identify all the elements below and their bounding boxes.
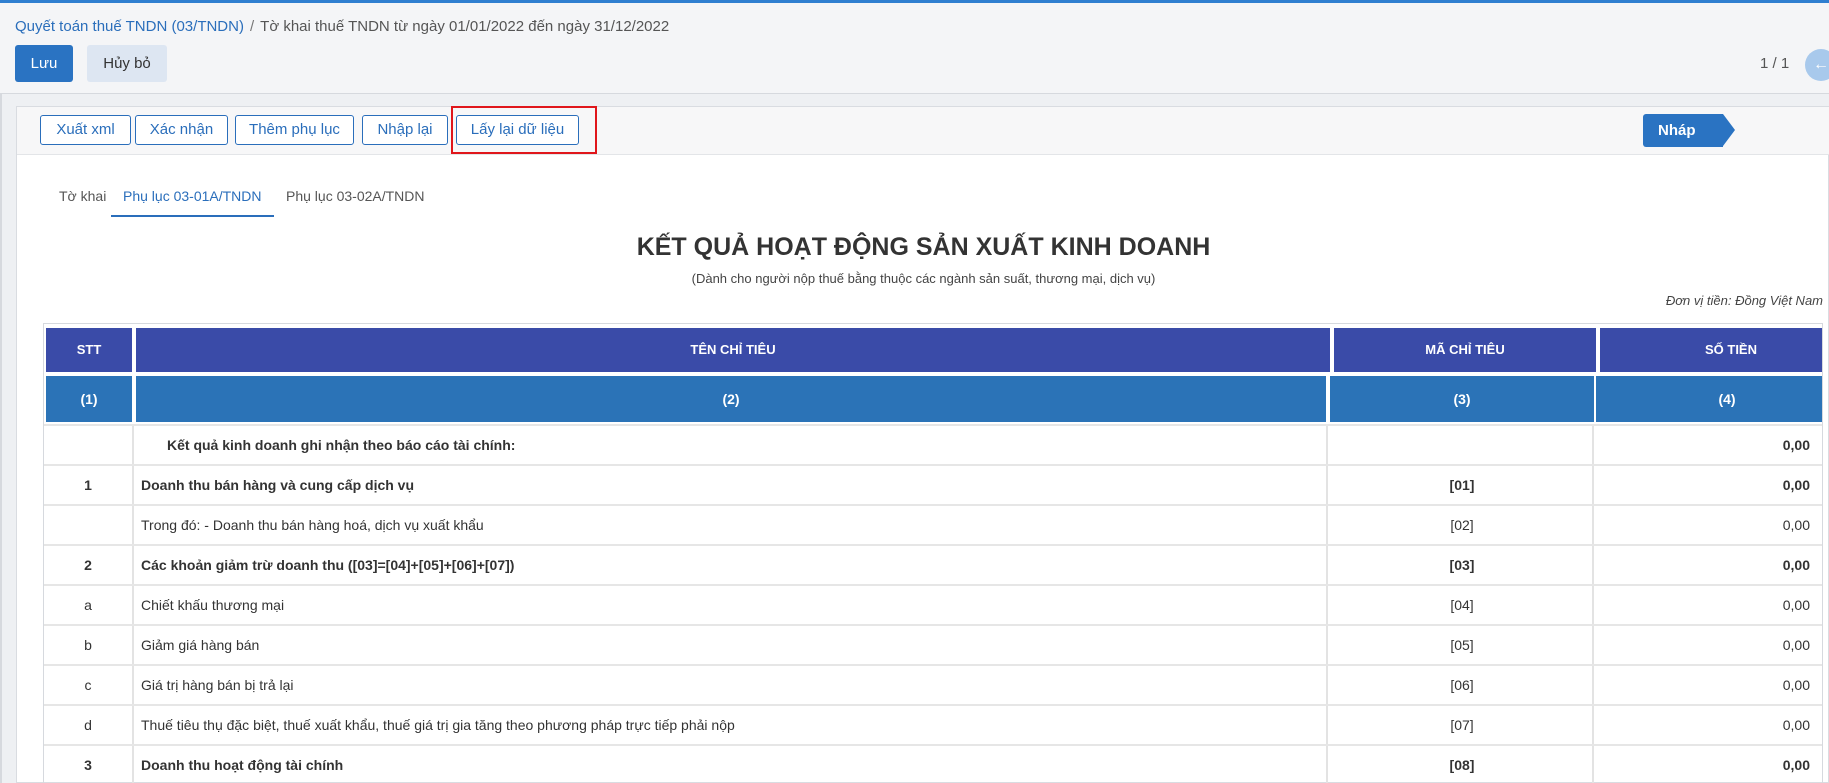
page-header: Quyết toán thuế TNDN (03/TNDN) / Tờ khai t… bbox=[0, 3, 1829, 94]
row-code: [03] bbox=[1449, 557, 1475, 573]
highlight-box bbox=[451, 106, 597, 154]
page-counter: 1 / 1 bbox=[1760, 55, 1790, 72]
export-xml-button[interactable]: Xuất xml bbox=[40, 115, 131, 145]
row-amount[interactable]: 0,00 bbox=[1596, 586, 1816, 624]
row-name: Giá trị hàng bán bị trả lại bbox=[141, 677, 294, 693]
row-stt: d bbox=[84, 717, 92, 733]
row-code bbox=[1330, 426, 1594, 464]
table-row: a Chiết khấu thương mại [04] 0,00 bbox=[44, 584, 1822, 624]
form-subtitle: (Dành cho người nộp thuế bằng thuộc các … bbox=[691, 271, 1156, 286]
row-stt: 3 bbox=[84, 757, 92, 773]
save-button[interactable]: Lưu bbox=[15, 45, 73, 82]
currency-unit: Đơn vị tiền: Đồng Việt Nam bbox=[1665, 293, 1823, 308]
row-name: Doanh thu bán hàng và cung cấp dịch vụ bbox=[141, 477, 415, 493]
row-code: [02] bbox=[1450, 517, 1474, 533]
row-stt: a bbox=[84, 597, 92, 613]
confirm-button[interactable]: Xác nhận bbox=[135, 115, 228, 145]
table-row: d Thuế tiêu thụ đặc biệt, thuế xuất khẩu… bbox=[44, 704, 1822, 744]
table-row: 1 Doanh thu bán hàng và cung cấp dịch vụ… bbox=[44, 464, 1822, 504]
tab-to-khai[interactable]: Tờ khai bbox=[47, 179, 118, 217]
row-amount[interactable]: 0,00 bbox=[1596, 626, 1816, 664]
row-amount[interactable]: 0,00 bbox=[1596, 666, 1816, 704]
subheader-1: (1) bbox=[46, 376, 132, 422]
cancel-button[interactable]: Hủy bỏ bbox=[87, 45, 167, 82]
add-appendix-button[interactable]: Thêm phụ lục bbox=[235, 115, 354, 145]
table-row: b Giảm giá hàng bán [05] 0,00 bbox=[44, 624, 1822, 664]
row-name: Kết quả kinh doanh ghi nhận theo báo cáo… bbox=[167, 437, 516, 453]
row-amount[interactable]: 0,00 bbox=[1596, 546, 1816, 584]
breadcrumb: Quyết toán thuế TNDN (03/TNDN) / Tờ khai t… bbox=[15, 18, 669, 35]
status-arrow bbox=[1723, 114, 1735, 146]
row-name: Các khoản giảm trừ doanh thu ([03]=[04]+… bbox=[141, 557, 515, 573]
header-code: MÃ CHỈ TIÊU bbox=[1334, 328, 1596, 372]
breadcrumb-separator: / bbox=[249, 18, 255, 35]
row-code: [01] bbox=[1449, 477, 1475, 493]
table-row: 2 Các khoản giảm trừ doanh thu ([03]=[04… bbox=[44, 544, 1822, 584]
row-name: Trong đó: - Doanh thu bán hàng hoá, dịch… bbox=[141, 517, 484, 533]
row-code: [06] bbox=[1450, 677, 1474, 693]
reenter-button[interactable]: Nhập lại bbox=[362, 115, 448, 145]
row-code: [07] bbox=[1450, 717, 1474, 733]
header-stt: STT bbox=[46, 328, 132, 372]
row-amount[interactable]: 0,00 bbox=[1596, 426, 1816, 464]
subheader-2: (2) bbox=[136, 376, 1326, 422]
back-arrow-icon[interactable]: ← bbox=[1805, 49, 1829, 81]
subheader-3: (3) bbox=[1330, 376, 1594, 422]
row-name: Thuế tiêu thụ đặc biệt, thuế xuất khẩu, … bbox=[141, 717, 735, 733]
header-name: TÊN CHỈ TIÊU bbox=[136, 328, 1330, 372]
header-amount: SỐ TIỀN bbox=[1600, 328, 1822, 372]
row-code: [05] bbox=[1450, 637, 1474, 653]
table-row: Kết quả kinh doanh ghi nhận theo báo cáo… bbox=[44, 424, 1822, 464]
row-name: Chiết khấu thương mại bbox=[141, 597, 285, 613]
table-row: Trong đó: - Doanh thu bán hàng hoá, dịch… bbox=[44, 504, 1822, 544]
row-stt: c bbox=[84, 677, 92, 693]
tab-phu-luc-03-01a[interactable]: Phụ lục 03-01A/TNDN bbox=[111, 179, 274, 217]
row-stt bbox=[44, 506, 132, 544]
row-stt: b bbox=[84, 637, 92, 653]
table-row: 3 Doanh thu hoạt động tài chính [08] 0,0… bbox=[44, 744, 1822, 783]
form-title: KẾT QUẢ HOẠT ĐỘNG SẢN XUẤT KINH DOANH bbox=[636, 233, 1211, 261]
breadcrumb-current: Tờ khai thuế TNDN từ ngày 01/01/2022 đến… bbox=[260, 18, 670, 35]
status-step-done: Hoàn thành bbox=[1723, 114, 1829, 147]
row-code: [08] bbox=[1449, 757, 1475, 773]
row-stt: 2 bbox=[84, 557, 92, 573]
row-name: Giảm giá hàng bán bbox=[141, 637, 260, 653]
row-name: Doanh thu hoạt động tài chính bbox=[141, 757, 344, 773]
subheader-4: (4) bbox=[1596, 376, 1822, 422]
row-amount[interactable]: 0,00 bbox=[1596, 706, 1816, 744]
breadcrumb-link[interactable]: Quyết toán thuế TNDN (03/TNDN) bbox=[15, 18, 244, 35]
row-amount[interactable]: 0,00 bbox=[1596, 746, 1816, 783]
row-amount[interactable]: 0,00 bbox=[1596, 466, 1816, 504]
table-header: STT TÊN CHỈ TIÊU MÃ CHỈ TIÊU SỐ TIỀN bbox=[44, 324, 1822, 374]
status-step-draft: Nháp bbox=[1643, 114, 1723, 147]
row-stt: 1 bbox=[84, 477, 92, 493]
table-row: c Giá trị hàng bán bị trả lại [06] 0,00 bbox=[44, 664, 1822, 704]
indicator-table: STT TÊN CHỈ TIÊU MÃ CHỈ TIÊU SỐ TIỀN (1)… bbox=[43, 323, 1823, 783]
form-panel: Xuất xml Xác nhận Thêm phụ lục Nhập lại … bbox=[16, 106, 1829, 783]
tab-phu-luc-03-02a[interactable]: Phụ lục 03-02A/TNDN bbox=[274, 179, 437, 217]
row-code: [04] bbox=[1450, 597, 1474, 613]
form-toolbar: Xuất xml Xác nhận Thêm phụ lục Nhập lại … bbox=[17, 106, 1829, 155]
row-amount[interactable]: 0,00 bbox=[1596, 506, 1816, 544]
left-divider bbox=[0, 94, 2, 783]
row-stt bbox=[44, 426, 132, 464]
table-subheader: (1) (2) (3) (4) bbox=[44, 376, 1822, 424]
